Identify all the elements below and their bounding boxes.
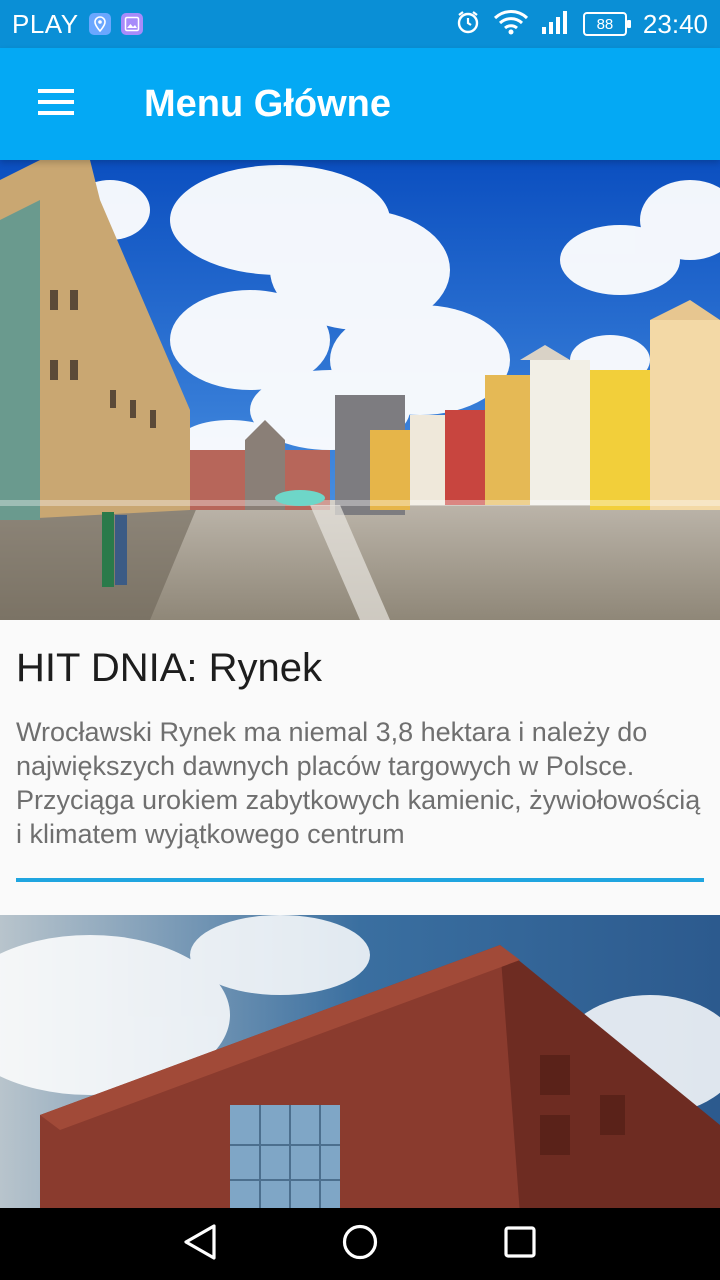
alarm-icon (455, 9, 481, 40)
status-clock: 23:40 (642, 8, 708, 39)
page-title: Menu Główne (144, 82, 391, 125)
carrier-label: PLAY (12, 8, 79, 39)
recents-icon (503, 1225, 537, 1264)
card-description: Wrocławski Rynek ma niemal 3,8 hektara i… (16, 717, 701, 849)
signal-icon (541, 9, 571, 40)
back-icon (182, 1223, 218, 1266)
navigation-bar (0, 1208, 720, 1280)
status-icons: 88 23:40 (455, 0, 708, 48)
app-bar: Menu Główne (0, 48, 720, 160)
card-body: HIT DNIA: Rynek Wrocławski Rynek ma niem… (0, 620, 720, 915)
back-button[interactable] (164, 1208, 236, 1280)
home-icon (341, 1223, 379, 1266)
maps-icon (88, 13, 111, 35)
market-square-photo (0, 160, 720, 620)
article-card[interactable] (0, 915, 720, 1208)
hamburger-menu-icon (36, 87, 76, 122)
screen: PLAY 88 23:40 Menu Główne HIT DNIA: Ryne… (0, 0, 720, 1280)
card-divider (16, 878, 704, 882)
wifi-icon (493, 9, 529, 40)
menu-button[interactable] (0, 48, 112, 160)
music-forum-photo (0, 915, 720, 1208)
status-bar: PLAY 88 23:40 (0, 0, 720, 48)
gallery-icon (120, 13, 143, 35)
card-title: HIT DNIA: Rynek (16, 646, 322, 690)
home-button[interactable] (324, 1208, 396, 1280)
battery-icon: 88 (582, 12, 631, 36)
recents-button[interactable] (484, 1208, 556, 1280)
battery-level: 88 (596, 15, 614, 33)
content-list[interactable]: HIT DNIA: Rynek Wrocławski Rynek ma niem… (0, 160, 720, 1208)
article-card[interactable]: HIT DNIA: Rynek Wrocławski Rynek ma niem… (0, 160, 720, 915)
